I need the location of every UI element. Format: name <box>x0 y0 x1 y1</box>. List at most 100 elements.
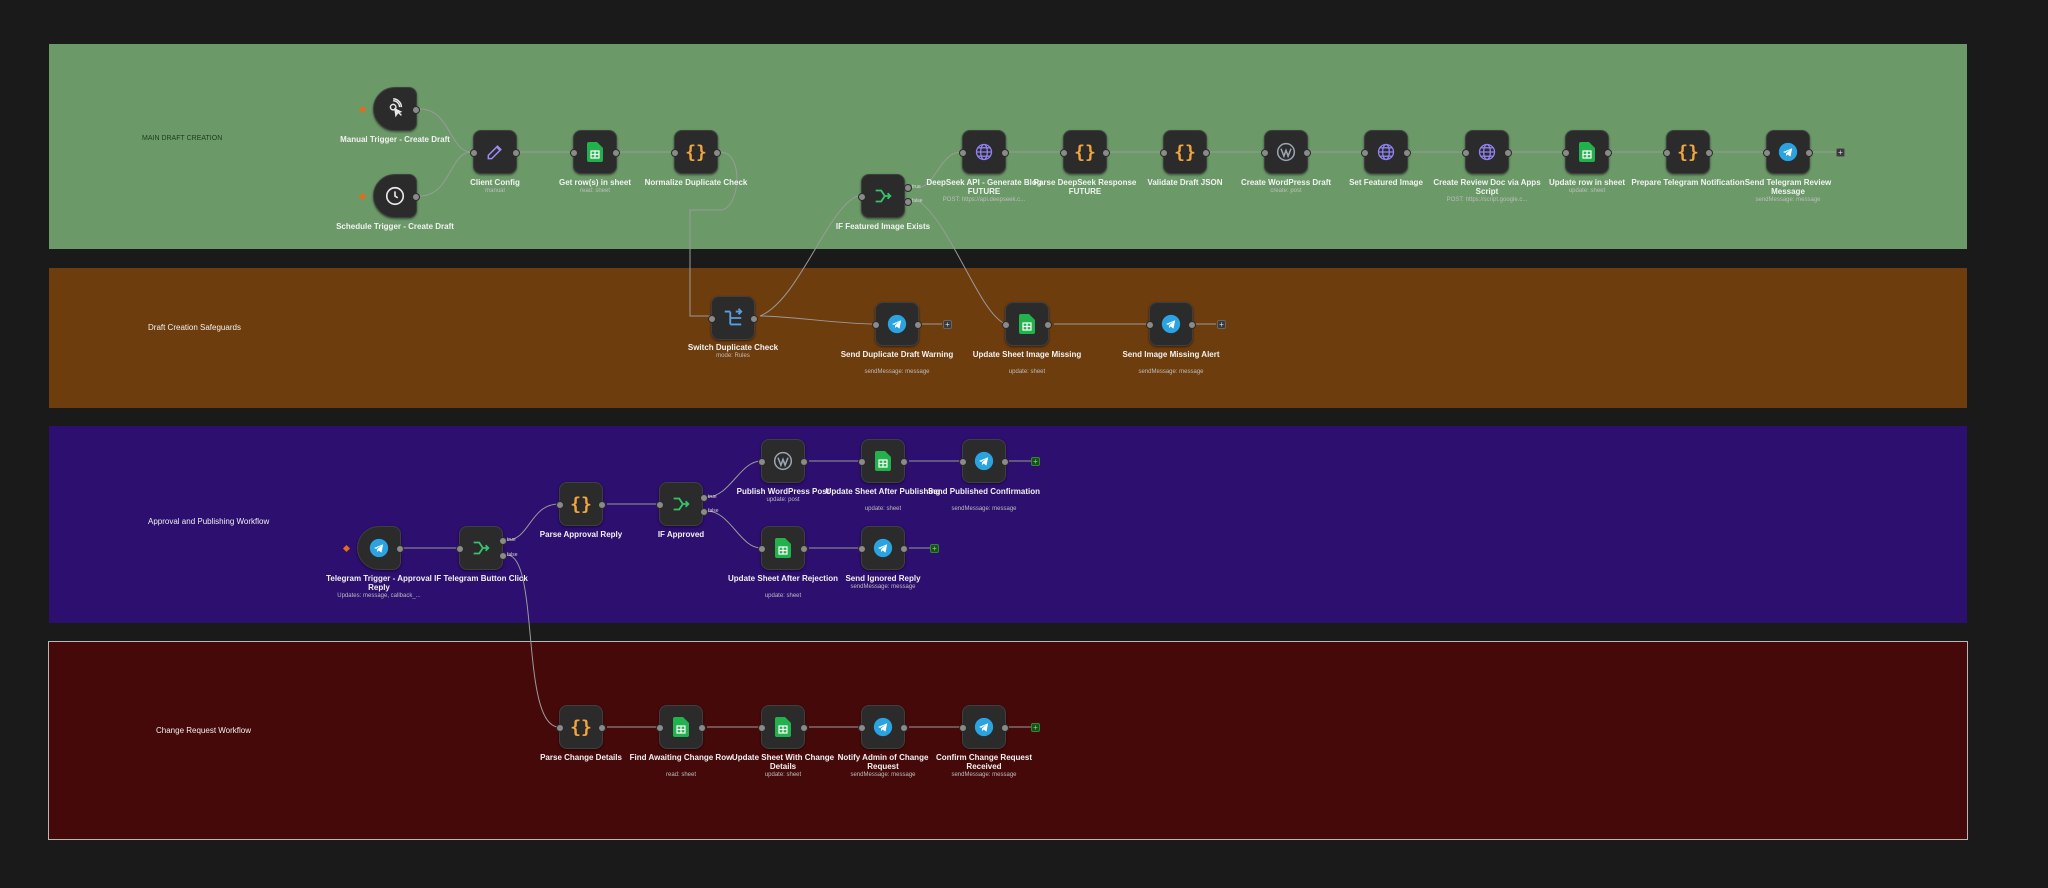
node-parse-approval-reply[interactable]: {} <box>556 482 606 526</box>
output-handle[interactable] <box>800 458 808 466</box>
input-handle[interactable] <box>470 149 478 157</box>
node-validate-draft-json[interactable]: {} <box>1160 130 1210 174</box>
output-handle[interactable] <box>1805 149 1813 157</box>
input-handle[interactable] <box>570 149 578 157</box>
node-get-rows[interactable] <box>570 130 620 174</box>
node-confirm-change-request[interactable] <box>959 705 1009 749</box>
output-handle[interactable] <box>1001 149 1009 157</box>
output-handle[interactable] <box>1001 724 1009 732</box>
input-handle[interactable] <box>1002 321 1010 329</box>
input-handle[interactable] <box>1261 149 1269 157</box>
node-update-sheet-after-publishing[interactable] <box>858 439 908 483</box>
node-create-review-doc[interactable] <box>1462 130 1512 174</box>
node-prepare-telegram[interactable]: {} <box>1663 130 1713 174</box>
input-handle[interactable] <box>858 545 866 553</box>
node-set-featured-image[interactable] <box>1361 130 1411 174</box>
output-handle[interactable] <box>1102 149 1110 157</box>
output-handle[interactable] <box>1705 149 1713 157</box>
add-node-button[interactable]: + <box>943 320 952 329</box>
output-handle[interactable] <box>396 545 404 553</box>
add-node-button[interactable]: + <box>1031 723 1040 732</box>
false-branch-handle[interactable] <box>700 508 708 516</box>
output-handle[interactable] <box>1001 458 1009 466</box>
input-handle[interactable] <box>959 458 967 466</box>
output-handle[interactable] <box>512 149 520 157</box>
node-normalize-duplicate-check[interactable]: {} <box>671 130 721 174</box>
output-handle[interactable] <box>900 458 908 466</box>
node-client-config[interactable] <box>470 130 520 174</box>
false-branch-handle[interactable] <box>904 198 912 206</box>
input-handle[interactable] <box>456 545 464 553</box>
input-handle[interactable] <box>656 501 664 509</box>
true-branch-handle[interactable] <box>499 537 507 545</box>
input-handle[interactable] <box>1146 321 1154 329</box>
output-handle[interactable] <box>1044 321 1052 329</box>
input-handle[interactable] <box>858 193 866 201</box>
input-handle[interactable] <box>758 545 766 553</box>
output-handle[interactable] <box>1604 149 1612 157</box>
input-handle[interactable] <box>656 724 664 732</box>
output-handle[interactable] <box>1202 149 1210 157</box>
node-update-sheet-with-change-details[interactable] <box>758 705 808 749</box>
output-handle[interactable] <box>598 724 606 732</box>
false-branch-handle[interactable] <box>499 552 507 560</box>
add-node-button[interactable]: + <box>1836 148 1845 157</box>
output-handle[interactable] <box>800 724 808 732</box>
output-handle[interactable] <box>598 501 606 509</box>
input-handle[interactable] <box>556 724 564 732</box>
input-handle[interactable] <box>959 149 967 157</box>
input-handle[interactable] <box>1663 149 1671 157</box>
input-handle[interactable] <box>1361 149 1369 157</box>
node-parse-change-details[interactable]: {} <box>556 705 606 749</box>
input-handle[interactable] <box>1160 149 1168 157</box>
output-handle[interactable] <box>612 149 620 157</box>
output-handle[interactable] <box>900 545 908 553</box>
input-handle[interactable] <box>671 149 679 157</box>
true-branch-handle[interactable] <box>700 494 708 502</box>
input-handle[interactable] <box>959 724 967 732</box>
node-manual-trigger[interactable] <box>358 87 420 131</box>
node-telegram-trigger[interactable] <box>342 526 404 570</box>
input-handle[interactable] <box>1562 149 1570 157</box>
node-send-telegram-review[interactable] <box>1763 130 1813 174</box>
node-publish-wordpress-post[interactable] <box>758 439 808 483</box>
node-create-wordpress-draft[interactable] <box>1261 130 1311 174</box>
node-send-image-missing-alert[interactable] <box>1146 302 1196 346</box>
node-update-sheet-after-rejection[interactable] <box>758 526 808 570</box>
output-handle[interactable] <box>900 724 908 732</box>
output-handle[interactable] <box>698 724 706 732</box>
node-send-ignored-reply[interactable] <box>858 526 908 570</box>
node-parse-deepseek[interactable]: {} <box>1060 130 1110 174</box>
output-handle[interactable] <box>800 545 808 553</box>
input-handle[interactable] <box>1763 149 1771 157</box>
output-handle[interactable] <box>1504 149 1512 157</box>
add-node-button[interactable]: + <box>1217 320 1226 329</box>
input-handle[interactable] <box>1060 149 1068 157</box>
input-handle[interactable] <box>872 321 880 329</box>
output-handle[interactable] <box>1403 149 1411 157</box>
input-handle[interactable] <box>758 724 766 732</box>
input-handle[interactable] <box>1462 149 1470 157</box>
output-handle[interactable] <box>412 193 420 201</box>
node-update-row[interactable] <box>1562 130 1612 174</box>
output-handle[interactable] <box>750 315 758 323</box>
input-handle[interactable] <box>758 458 766 466</box>
add-node-button[interactable]: + <box>930 544 939 553</box>
true-branch-handle[interactable] <box>904 184 912 192</box>
node-if-approved[interactable] <box>656 482 703 526</box>
node-if-telegram-button-click[interactable] <box>456 526 503 570</box>
output-handle[interactable] <box>713 149 721 157</box>
node-deepseek-api[interactable] <box>959 130 1009 174</box>
node-find-awaiting-change-row[interactable] <box>656 705 706 749</box>
workflow-canvas[interactable]: MAIN DRAFT CREATION Draft Creation Safeg… <box>0 0 2048 888</box>
input-handle[interactable] <box>556 501 564 509</box>
node-switch-duplicate-check[interactable] <box>708 296 758 340</box>
node-update-sheet-image-missing[interactable] <box>1002 302 1052 346</box>
add-node-button[interactable]: + <box>1031 457 1040 466</box>
output-handle[interactable] <box>1188 321 1196 329</box>
output-handle[interactable] <box>1303 149 1311 157</box>
node-send-duplicate-warning[interactable] <box>872 302 922 346</box>
output-handle[interactable] <box>914 321 922 329</box>
node-schedule-trigger[interactable] <box>358 174 420 218</box>
input-handle[interactable] <box>858 724 866 732</box>
